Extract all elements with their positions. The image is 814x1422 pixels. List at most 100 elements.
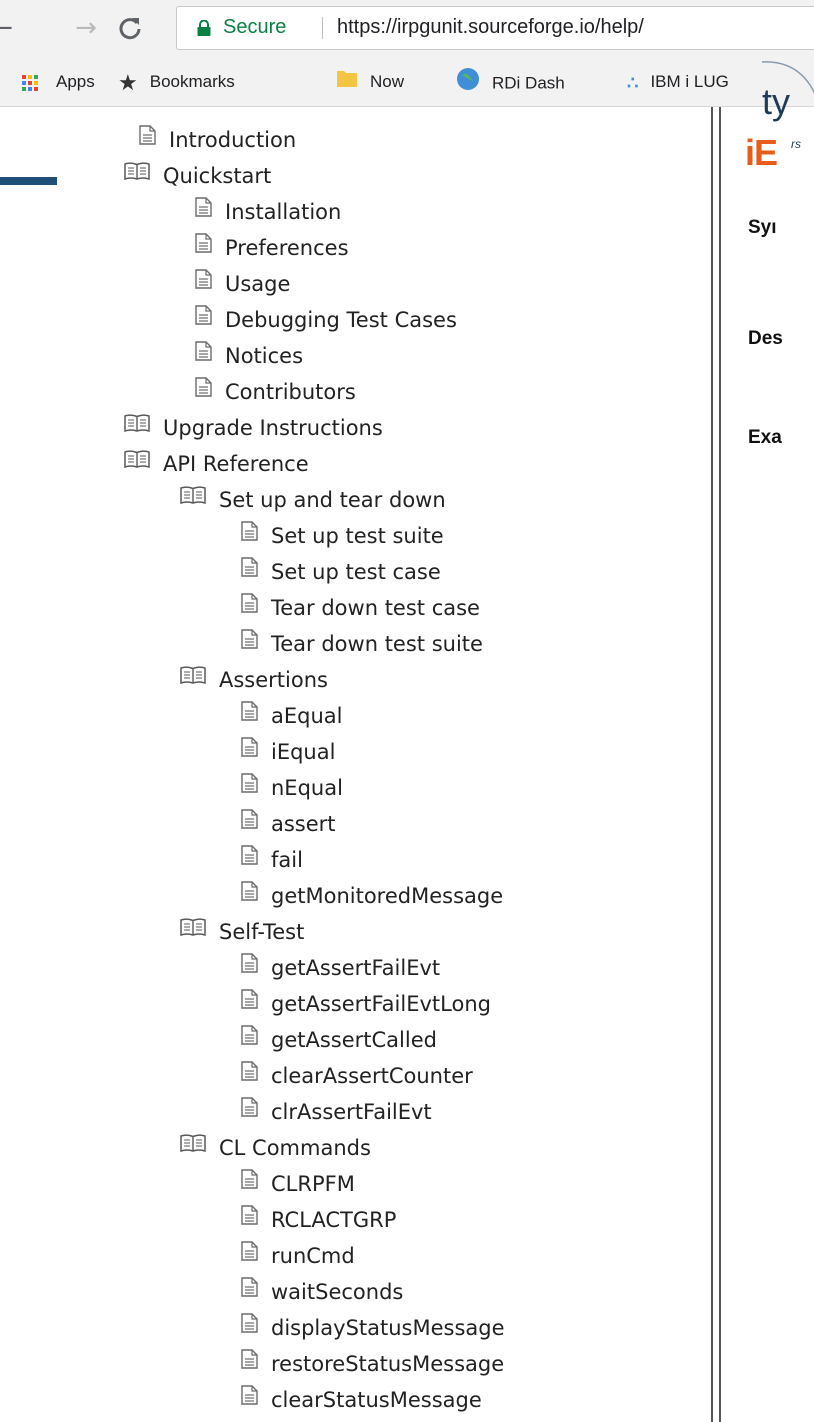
toc-label: Tear down test case bbox=[271, 596, 480, 620]
background-text-fragment: ty bbox=[762, 81, 791, 122]
toc-section[interactable]: Set up and tear down bbox=[180, 482, 446, 516]
toc-topic[interactable]: Debugging Test Cases bbox=[195, 302, 457, 336]
page-icon bbox=[139, 121, 156, 155]
toc-topic[interactable]: restoreStatusMessage bbox=[241, 1346, 504, 1380]
toc-topic[interactable]: waitSeconds bbox=[241, 1274, 403, 1308]
folder-icon bbox=[336, 68, 358, 98]
content-pane: iE Syı Des Exa bbox=[721, 107, 814, 1422]
toc-section[interactable]: Quickstart bbox=[124, 158, 271, 192]
toc-topic[interactable]: RCLACTGRP bbox=[241, 1202, 396, 1236]
description-heading: Des bbox=[748, 328, 783, 349]
page-icon bbox=[241, 553, 258, 587]
toc-section[interactable]: API Reference bbox=[124, 446, 309, 480]
toc-label: nEqual bbox=[271, 776, 343, 800]
toc-topic[interactable]: Notices bbox=[195, 338, 303, 372]
toc-label: Set up test case bbox=[271, 560, 441, 584]
toc-topic[interactable]: Installation bbox=[195, 194, 341, 228]
toc-topic[interactable]: Set up test case bbox=[241, 554, 441, 588]
toc-label: clearAssertCounter bbox=[271, 1064, 473, 1088]
toc-label: assert bbox=[271, 812, 336, 836]
browser-toolbar: ← → Secure https://irpgunit.sourceforge.… bbox=[0, 0, 814, 58]
toc-topic[interactable]: iEqual bbox=[241, 734, 335, 768]
toc-topic[interactable]: runCmd bbox=[241, 1238, 355, 1272]
toc-topic[interactable]: getMonitoredMessage bbox=[241, 878, 503, 912]
book-icon bbox=[124, 409, 150, 443]
toc-topic[interactable]: getAssertFailEvtLong bbox=[241, 986, 491, 1020]
page-icon bbox=[241, 1381, 258, 1415]
bookmark-bookmarks[interactable]: ★ Bookmarks bbox=[118, 67, 235, 97]
toc-section[interactable]: Assertions bbox=[180, 662, 328, 696]
toc-topic[interactable]: clearStatusMessage bbox=[241, 1382, 482, 1416]
page-icon bbox=[195, 373, 212, 407]
toc-topic[interactable]: displayStatusMessage bbox=[241, 1310, 505, 1344]
page-icon bbox=[241, 985, 258, 1019]
background-text-fragment-small: rs bbox=[791, 137, 801, 151]
bookmarks-bar: Apps ★ Bookmarks Now RDi Dash ∴ IBM i LUG bbox=[0, 58, 814, 107]
toc-label: Upgrade Instructions bbox=[163, 416, 383, 440]
toc-label: Contributors bbox=[225, 380, 356, 404]
toc-topic[interactable]: Set up test suite bbox=[241, 518, 444, 552]
toc-topic[interactable]: Tear down test case bbox=[241, 590, 480, 624]
toc-label: displayStatusMessage bbox=[271, 1316, 505, 1340]
page-icon bbox=[241, 1057, 258, 1091]
page-icon bbox=[241, 1345, 258, 1379]
bookmark-ibm-i-lug[interactable]: ∴ IBM i LUG bbox=[627, 67, 729, 97]
toc-topic[interactable]: getAssertCalled bbox=[241, 1022, 437, 1056]
book-icon bbox=[180, 913, 206, 947]
page-icon bbox=[241, 841, 258, 875]
toc-topic[interactable]: Contributors bbox=[195, 374, 356, 408]
pane-splitter[interactable] bbox=[711, 107, 721, 1422]
example-heading: Exa bbox=[748, 427, 782, 448]
toc-label: waitSeconds bbox=[271, 1280, 404, 1304]
secure-label: Secure bbox=[223, 16, 287, 38]
bookmark-label: Bookmarks bbox=[149, 72, 235, 91]
logo-fragment: iE bbox=[745, 132, 778, 173]
toc-label: Usage bbox=[225, 272, 291, 296]
toc-topic[interactable]: getAssertFailEvt bbox=[241, 950, 440, 984]
toc-label: aEqual bbox=[271, 704, 343, 728]
toc-topic[interactable]: Preferences bbox=[195, 230, 349, 264]
toc-topic[interactable]: CLRPFM bbox=[241, 1166, 355, 1200]
forward-arrow-icon[interactable]: → bbox=[72, 10, 100, 46]
page-icon bbox=[195, 265, 212, 299]
book-icon bbox=[180, 661, 206, 695]
header-accent-bar bbox=[0, 177, 57, 185]
toc-label: getMonitoredMessage bbox=[271, 884, 504, 908]
toc-section[interactable]: Upgrade Instructions bbox=[124, 410, 383, 444]
toc-label: Self-Test bbox=[219, 920, 305, 944]
toc-topic[interactable]: nEqual bbox=[241, 770, 343, 804]
page-icon bbox=[195, 229, 212, 263]
reload-icon[interactable] bbox=[116, 10, 144, 46]
toc-topic[interactable]: aEqual bbox=[241, 698, 342, 732]
toc-label: RCLACTGRP bbox=[271, 1208, 397, 1232]
toc-topic[interactable]: clrAssertFailEvt bbox=[241, 1094, 432, 1128]
toc-label: clearStatusMessage bbox=[271, 1388, 482, 1412]
toc-section[interactable]: Self-Test bbox=[180, 914, 304, 948]
address-bar[interactable]: Secure https://irpgunit.sourceforge.io/h… bbox=[176, 6, 814, 50]
bookmark-rdi-dash[interactable]: RDi Dash bbox=[456, 67, 565, 97]
back-arrow-icon[interactable]: ← bbox=[0, 10, 16, 46]
bookmark-label: IBM i LUG bbox=[650, 72, 729, 91]
toc-section[interactable]: CL Commands bbox=[180, 1130, 371, 1164]
bookmark-now[interactable]: Now bbox=[336, 67, 404, 97]
page-icon bbox=[241, 517, 258, 551]
toc-section[interactable]: Appendix bbox=[124, 1418, 262, 1422]
toc-label: Set up and tear down bbox=[219, 488, 446, 512]
toc-label: Installation bbox=[225, 200, 342, 224]
toc-label: CLRPFM bbox=[271, 1172, 355, 1196]
toc-label: clrAssertFailEvt bbox=[271, 1100, 432, 1124]
url-text[interactable]: https://irpgunit.sourceforge.io/help/ bbox=[337, 16, 644, 39]
globe-icon bbox=[456, 67, 480, 101]
toc-topic[interactable]: clearAssertCounter bbox=[241, 1058, 473, 1092]
bookmark-apps[interactable]: Apps bbox=[22, 67, 95, 97]
book-icon bbox=[124, 1417, 150, 1422]
toc-topic[interactable]: Tear down test suite bbox=[241, 626, 483, 660]
toc-label: Tear down test suite bbox=[271, 632, 483, 656]
toc-topic[interactable]: assert bbox=[241, 806, 336, 840]
page-icon bbox=[241, 697, 258, 731]
bookmark-label: RDi Dash bbox=[492, 73, 565, 93]
toc-topic[interactable]: fail bbox=[241, 842, 303, 876]
toc-topic[interactable]: Introduction bbox=[139, 122, 296, 156]
book-icon bbox=[124, 445, 150, 479]
toc-topic[interactable]: Usage bbox=[195, 266, 290, 300]
